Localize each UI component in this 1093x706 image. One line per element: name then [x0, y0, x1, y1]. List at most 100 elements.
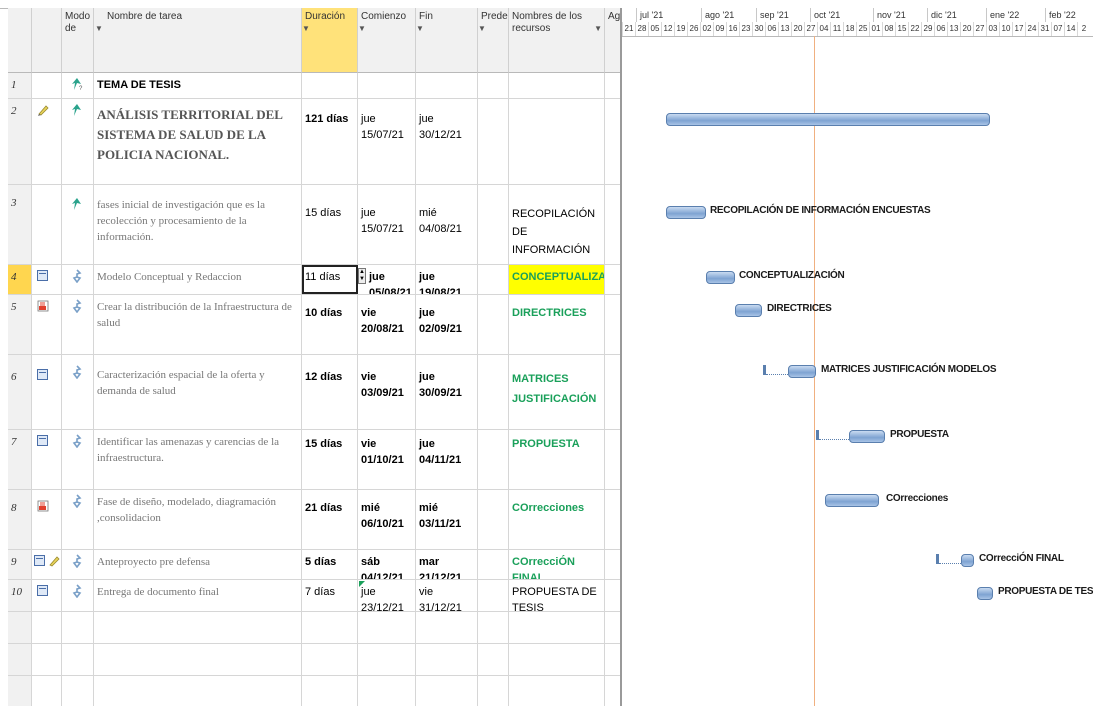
row-number[interactable]: 2 — [8, 99, 32, 184]
mode-cell[interactable] — [62, 644, 94, 675]
table-row[interactable]: 10 Entrega de documento final 7 días jue… — [8, 580, 620, 612]
row-number[interactable] — [8, 612, 32, 643]
chevron-down-icon[interactable]: ▼ — [358, 23, 366, 35]
duration-cell[interactable] — [302, 676, 358, 706]
note-icon[interactable] — [37, 104, 49, 116]
table-row[interactable]: 2 ANÁLISIS TERRITORIAL DEL SISTEMA DE SA… — [8, 99, 620, 185]
mode-cell[interactable] — [62, 430, 94, 489]
chevron-down-icon[interactable]: ▼ — [302, 23, 310, 35]
gantt-bar-task-9[interactable] — [961, 554, 974, 567]
task-name-cell[interactable]: Identificar las amenazas y carencias de … — [94, 430, 302, 489]
finish-cell[interactable]: jue 19/08/21 — [416, 265, 478, 294]
finish-cell[interactable]: jue 02/09/21 — [416, 295, 478, 354]
predecessors-cell[interactable] — [478, 99, 509, 184]
start-cell[interactable]: jue 23/12/21 — [358, 580, 416, 611]
row-number[interactable]: 6 — [8, 355, 32, 429]
row-number[interactable]: 10 — [8, 580, 32, 611]
duration-cell[interactable]: 15 días — [302, 430, 358, 489]
mode-cell[interactable] — [62, 612, 94, 643]
gantt-bar-task-5[interactable] — [735, 304, 762, 317]
finish-cell[interactable]: mar 21/12/21 — [416, 550, 478, 579]
duration-cell[interactable]: 10 días — [302, 295, 358, 354]
table-row[interactable]: 9 Anteproyecto pre defensa 5 días sáb 04… — [8, 550, 620, 580]
mode-cell[interactable] — [62, 295, 94, 354]
predecessors-cell[interactable] — [478, 580, 509, 611]
table-row[interactable]: 3 fases inicial de investigación que es … — [8, 185, 620, 265]
predecessors-header[interactable]: Prede ▼ — [478, 8, 509, 73]
start-cell[interactable]: sáb 04/12/21 — [358, 550, 416, 579]
duration-cell[interactable]: 121 días — [302, 99, 358, 184]
task-progress-icon[interactable] — [37, 300, 49, 312]
duration-cell[interactable] — [302, 644, 358, 675]
finish-cell[interactable]: jue 04/11/21 — [416, 430, 478, 489]
chevron-down-icon[interactable]: ▼ — [478, 23, 486, 35]
gantt-bar-task-8[interactable] — [825, 494, 879, 507]
gantt-chart[interactable]: jul '21 ago '21 sep '21 oct '21 nov '21 … — [620, 8, 1093, 706]
predecessors-cell[interactable] — [478, 295, 509, 354]
predecessors-cell[interactable] — [478, 490, 509, 549]
row-number[interactable]: 8 — [8, 490, 32, 549]
table-row[interactable]: 4 Modelo Conceptual y Redaccion 11 días … — [8, 265, 620, 295]
resources-header[interactable]: Nombres de los recursos ▼ — [509, 8, 605, 73]
mode-cell[interactable] — [62, 99, 94, 184]
predecessors-cell[interactable] — [478, 430, 509, 489]
finish-cell[interactable]: mié 04/08/21 — [416, 185, 478, 264]
predecessors-cell[interactable] — [478, 355, 509, 429]
finish-cell[interactable]: mié 03/11/21 — [416, 490, 478, 549]
predecessors-cell[interactable] — [478, 265, 509, 294]
gantt-bar-task-10[interactable] — [977, 587, 993, 600]
duration-cell[interactable]: 5 días — [302, 550, 358, 579]
mode-header[interactable]: Modo de — [62, 8, 94, 73]
resources-cell[interactable] — [509, 99, 605, 184]
row-number[interactable]: 4 — [8, 265, 32, 294]
mode-cell[interactable] — [62, 580, 94, 611]
duration-cell[interactable] — [302, 612, 358, 643]
start-cell[interactable] — [358, 676, 416, 706]
table-row[interactable]: 1 ? TEMA DE TESIS — [8, 73, 620, 99]
calendar-icon[interactable] — [37, 369, 48, 380]
predecessors-cell[interactable] — [478, 73, 509, 98]
task-name-header[interactable]: ▼ Nombre de tarea — [94, 8, 302, 73]
chevron-down-icon[interactable]: ▼ — [95, 23, 103, 35]
gantt-bar-task-7[interactable] — [849, 430, 885, 443]
task-name-cell[interactable]: Entrega de documento final — [94, 580, 302, 611]
spinner-icon[interactable]: ▲ ▼ — [358, 268, 366, 284]
resources-cell[interactable] — [509, 644, 605, 675]
start-cell[interactable]: mié 06/10/21 — [358, 490, 416, 549]
resources-cell[interactable] — [509, 612, 605, 643]
gantt-bar-task-3[interactable] — [666, 206, 706, 219]
mode-cell[interactable] — [62, 490, 94, 549]
note-icon[interactable] — [48, 555, 60, 567]
start-cell[interactable] — [358, 644, 416, 675]
finish-header[interactable]: Fin ▼ — [416, 8, 478, 73]
empty-row[interactable] — [8, 644, 620, 676]
start-cell[interactable]: vie 01/10/21 — [358, 430, 416, 489]
row-number[interactable]: 7 — [8, 430, 32, 489]
calendar-icon[interactable] — [37, 585, 48, 596]
mode-cell[interactable] — [62, 185, 94, 264]
task-name-cell[interactable]: Anteproyecto pre defensa — [94, 550, 302, 579]
add-column-header[interactable]: Agr — [605, 8, 624, 73]
start-cell[interactable] — [358, 73, 416, 98]
calendar-icon[interactable] — [34, 555, 45, 566]
resources-cell[interactable]: COrrecciones — [509, 490, 605, 549]
chevron-down-icon[interactable]: ▼ — [594, 23, 602, 35]
resources-cell[interactable]: COrrecciÓN FINAL — [509, 550, 605, 579]
finish-cell[interactable] — [416, 612, 478, 643]
gantt-bar-task-6[interactable] — [788, 365, 816, 378]
predecessors-cell[interactable] — [478, 550, 509, 579]
duration-header[interactable]: Duración ▼ — [302, 8, 358, 73]
duration-cell-editing[interactable]: 11 días — [302, 265, 358, 294]
mode-cell[interactable]: ? — [62, 73, 94, 98]
empty-row[interactable] — [8, 676, 620, 706]
task-name-cell[interactable] — [94, 644, 302, 675]
task-name-cell[interactable]: Fase de diseño, modelado, diagramación ,… — [94, 490, 302, 549]
task-name-cell[interactable]: ANÁLISIS TERRITORIAL DEL SISTEMA DE SALU… — [94, 99, 302, 184]
task-name-cell[interactable]: Caracterización espacial de la oferta y … — [94, 355, 302, 429]
start-cell[interactable]: jue 15/07/21 — [358, 185, 416, 264]
start-cell[interactable]: jue 15/07/21 — [358, 99, 416, 184]
mode-cell[interactable] — [62, 265, 94, 294]
row-number[interactable]: 3 — [8, 185, 32, 264]
row-number-header[interactable] — [8, 8, 32, 73]
table-row[interactable]: 5 Crear la distribución de la Infraestru… — [8, 295, 620, 355]
